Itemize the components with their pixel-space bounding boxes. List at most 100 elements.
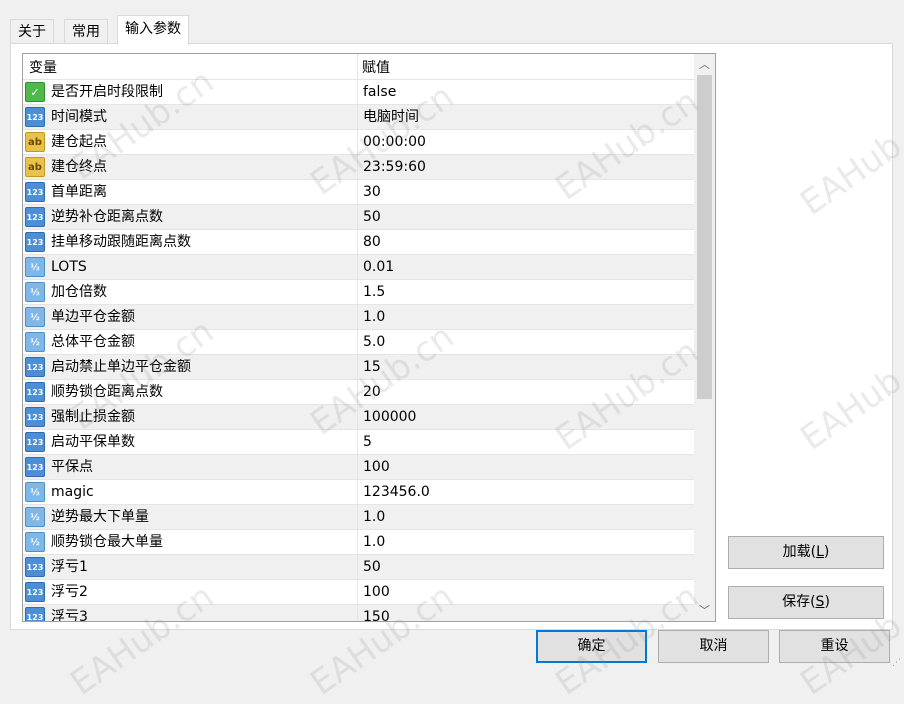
parameter-name-cell: 123 挂单移动跟随距离点数	[23, 230, 358, 254]
integer-type-icon: 123	[25, 207, 45, 227]
scrollbar-thumb[interactable]	[697, 75, 712, 399]
scroll-down-icon[interactable]: ﹀	[694, 602, 715, 619]
parameter-name: 启动平保单数	[51, 434, 135, 450]
parameter-row[interactable]: 123 顺势锁仓距离点数 20	[23, 380, 696, 405]
tab-input-parameters[interactable]: 输入参数	[117, 15, 189, 45]
parameter-value-cell[interactable]: 5	[358, 430, 696, 454]
integer-type-icon: 123	[25, 557, 45, 577]
parameter-value-cell[interactable]: 电脑时间	[358, 105, 696, 129]
save-button[interactable]: 保存(S)	[728, 586, 884, 619]
integer-type-icon: 123	[25, 107, 45, 127]
parameter-name-cell: ½ 单边平仓金额	[23, 305, 358, 329]
tab-common[interactable]: 常用	[64, 19, 108, 44]
parameter-name: 首单距离	[51, 184, 107, 200]
parameter-name-cell: ab 建仓终点	[23, 155, 358, 179]
parameter-value-cell[interactable]: 50	[358, 205, 696, 229]
parameter-value-cell[interactable]: 80	[358, 230, 696, 254]
parameter-name-cell: 123 顺势锁仓距离点数	[23, 380, 358, 404]
parameter-row[interactable]: ab 建仓起点 00:00:00	[23, 130, 696, 155]
parameter-name-cell: 123 启动平保单数	[23, 430, 358, 454]
parameter-name: 平保点	[51, 459, 93, 475]
load-button[interactable]: 加载(L)	[728, 536, 884, 569]
parameter-value-cell[interactable]: 1.0	[358, 505, 696, 529]
parameter-name: 顺势锁仓距离点数	[51, 384, 163, 400]
parameter-value-cell[interactable]: 30	[358, 180, 696, 204]
integer-type-icon: 123	[25, 582, 45, 602]
parameter-row[interactable]: ½ 总体平仓金额 5.0	[23, 330, 696, 355]
parameter-row[interactable]: ½ 单边平仓金额 1.0	[23, 305, 696, 330]
parameter-value-cell[interactable]: 100	[358, 580, 696, 604]
parameter-value-cell[interactable]: 0.01	[358, 255, 696, 279]
parameter-name-cell: 123 浮亏2	[23, 580, 358, 604]
parameter-name: 顺势锁仓最大单量	[51, 534, 163, 550]
tab-bar: 关于 常用 输入参数	[10, 15, 894, 45]
grid-header: 变量 赋值	[23, 54, 696, 80]
parameter-row[interactable]: 123 首单距离 30	[23, 180, 696, 205]
parameter-row[interactable]: 123 浮亏1 50	[23, 555, 696, 580]
resize-grip-icon[interactable]: ⋰	[892, 658, 902, 668]
vertical-scrollbar[interactable]: ︿ ﹀	[694, 54, 715, 621]
load-button-hotkey: L	[816, 544, 824, 560]
parameter-row[interactable]: 123 启动平保单数 5	[23, 430, 696, 455]
parameter-name: magic	[51, 484, 94, 500]
integer-type-icon: 123	[25, 432, 45, 452]
parameter-row[interactable]: 123 强制止损金额 100000	[23, 405, 696, 430]
parameter-name-cell: ½ 顺势锁仓最大单量	[23, 530, 358, 554]
parameter-row[interactable]: 123 挂单移动跟随距离点数 80	[23, 230, 696, 255]
parameter-name: 强制止损金额	[51, 409, 135, 425]
parameter-row[interactable]: 123 浮亏3 150	[23, 605, 696, 621]
parameter-row[interactable]: 123 时间模式 电脑时间	[23, 105, 696, 130]
parameter-name: 加仓倍数	[51, 284, 107, 300]
parameter-value-cell[interactable]: 5.0	[358, 330, 696, 354]
parameter-row[interactable]: ½ 加仓倍数 1.5	[23, 280, 696, 305]
parameter-name-cell: 123 时间模式	[23, 105, 358, 129]
parameter-value-cell[interactable]: 100	[358, 455, 696, 479]
parameter-name-cell: 123 浮亏3	[23, 605, 358, 621]
grid-rows: ✓ 是否开启时段限制 false 123 时间模式 电脑时间 ab 建仓起点 00:00:00 a…	[23, 80, 696, 621]
integer-type-icon: 123	[25, 182, 45, 202]
parameter-value-cell[interactable]: 100000	[358, 405, 696, 429]
double-type-icon: ½	[25, 282, 45, 302]
parameter-value-cell[interactable]: 23:59:60	[358, 155, 696, 179]
parameter-value-cell[interactable]: 00:00:00	[358, 130, 696, 154]
parameter-row[interactable]: ½ magic 123456.0	[23, 480, 696, 505]
scroll-up-icon[interactable]: ︿	[694, 56, 715, 73]
parameter-row[interactable]: ½ LOTS 0.01	[23, 255, 696, 280]
parameter-name-cell: 123 强制止损金额	[23, 405, 358, 429]
parameter-value-cell[interactable]: 15	[358, 355, 696, 379]
parameter-value-cell[interactable]: false	[358, 80, 696, 104]
column-header-value[interactable]: 赋值	[358, 54, 696, 80]
parameter-name-cell: 123 启动禁止单边平仓金额	[23, 355, 358, 379]
string-type-icon: ab	[25, 157, 45, 177]
parameter-row[interactable]: 123 启动禁止单边平仓金额 15	[23, 355, 696, 380]
ok-button[interactable]: 确定	[536, 630, 647, 663]
parameter-name: 挂单移动跟随距离点数	[51, 234, 191, 250]
parameter-value-cell[interactable]: 123456.0	[358, 480, 696, 504]
reset-button[interactable]: 重设	[779, 630, 890, 663]
parameter-name-cell: ½ LOTS	[23, 255, 358, 279]
parameter-row[interactable]: ✓ 是否开启时段限制 false	[23, 80, 696, 105]
parameter-row[interactable]: 123 逆势补仓距离点数 50	[23, 205, 696, 230]
integer-type-icon: 123	[25, 457, 45, 477]
parameter-row[interactable]: ½ 逆势最大下单量 1.0	[23, 505, 696, 530]
parameter-value-cell[interactable]: 1.0	[358, 530, 696, 554]
load-button-tail: )	[823, 544, 830, 560]
parameter-value-cell[interactable]: 50	[358, 555, 696, 579]
parameter-row[interactable]: 123 平保点 100	[23, 455, 696, 480]
cancel-button[interactable]: 取消	[658, 630, 769, 663]
parameter-row[interactable]: 123 浮亏2 100	[23, 580, 696, 605]
tab-about[interactable]: 关于	[10, 19, 54, 44]
parameter-name-cell: 123 平保点	[23, 455, 358, 479]
parameter-value-cell[interactable]: 1.5	[358, 280, 696, 304]
parameter-name: 逆势补仓距离点数	[51, 209, 163, 225]
integer-type-icon: 123	[25, 232, 45, 252]
column-header-variable[interactable]: 变量	[23, 54, 358, 80]
parameter-value-cell[interactable]: 20	[358, 380, 696, 404]
parameter-value-cell[interactable]: 150	[358, 605, 696, 621]
integer-type-icon: 123	[25, 357, 45, 377]
parameter-name: 建仓起点	[51, 134, 107, 150]
parameter-row[interactable]: ½ 顺势锁仓最大单量 1.0	[23, 530, 696, 555]
parameter-value-cell[interactable]: 1.0	[358, 305, 696, 329]
string-type-icon: ab	[25, 132, 45, 152]
parameter-row[interactable]: ab 建仓终点 23:59:60	[23, 155, 696, 180]
